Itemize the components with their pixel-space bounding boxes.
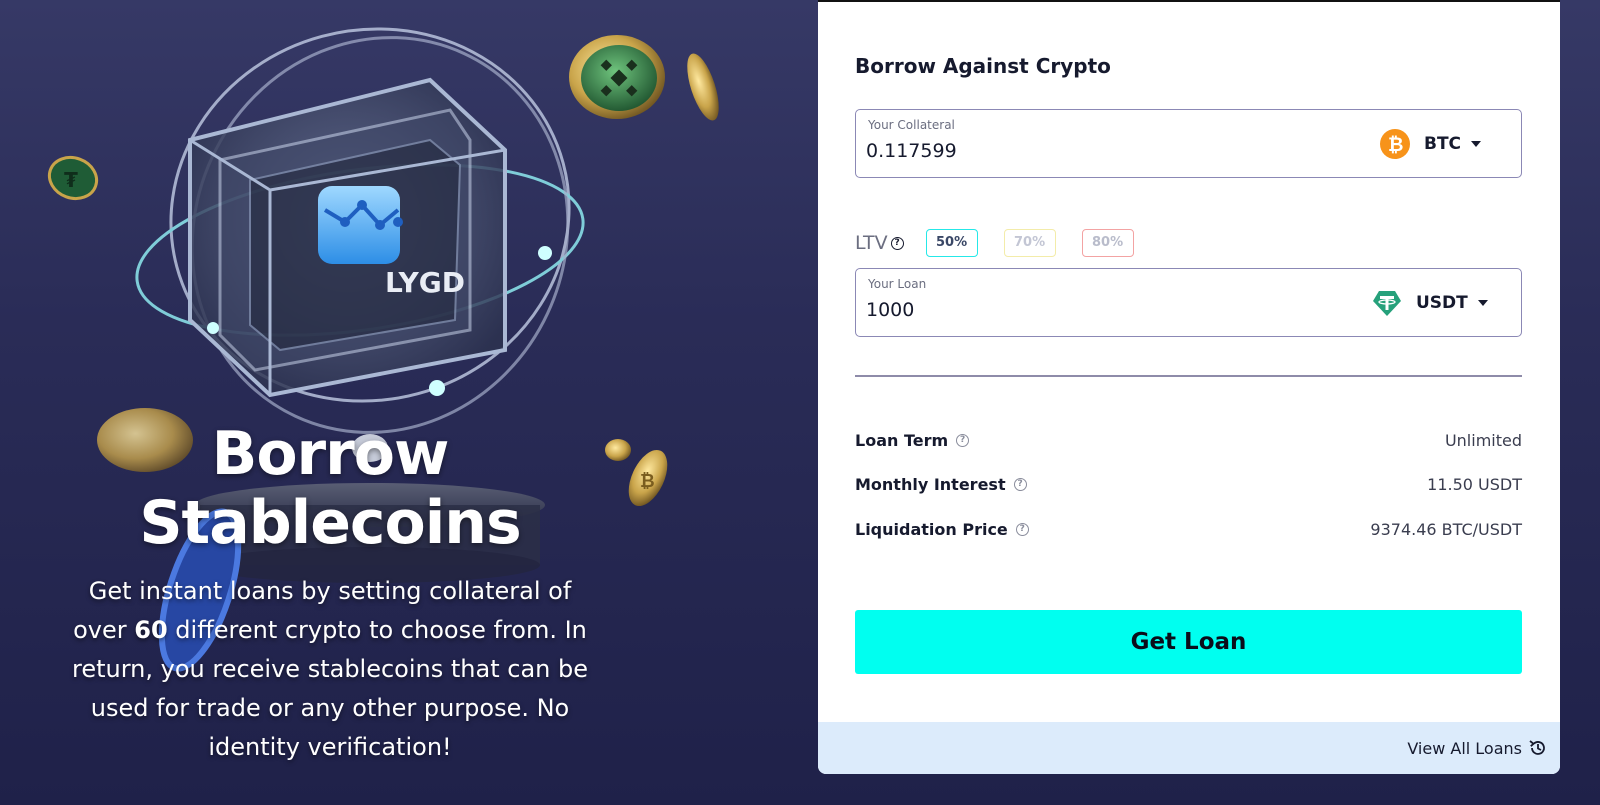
monthly-interest-label: Monthly Interest [855, 474, 1006, 494]
liquidation-price-label: Liquidation Price [855, 519, 1008, 539]
binance-coin-icon [569, 35, 665, 119]
question-circle-icon[interactable]: ? [1015, 522, 1029, 536]
coin-edge-icon [687, 53, 719, 121]
ltv-option-50[interactable]: 50% [925, 229, 978, 257]
ltv-option-70[interactable]: 70% [1003, 229, 1056, 257]
loan-label: Your Loan [868, 277, 927, 291]
loan-term-label: Loan Term [855, 430, 949, 450]
collateral-label: Your Collateral [868, 118, 955, 132]
loan-term-row: Loan Term? Unlimited [855, 428, 1522, 452]
history-icon [1529, 740, 1545, 755]
loan-coin-select[interactable]: USDT [1372, 287, 1488, 319]
loan-input[interactable] [866, 299, 1306, 321]
collateral-coin-label: BTC [1424, 134, 1462, 154]
hero-section: Borrow Stablecoins Get instant loans by … [30, 420, 630, 767]
view-all-loans-label: View All Loans [1407, 738, 1522, 758]
divider [855, 375, 1522, 377]
hero-description: Get instant loans by setting collateral … [60, 572, 600, 767]
svg-text:LYGD: LYGD [385, 266, 465, 299]
collateral-input[interactable] [866, 140, 1306, 162]
borrow-card: Borrow Against Crypto Your Collateral ₿ … [818, 0, 1560, 774]
svg-text:₮: ₮ [64, 168, 78, 192]
ltv-option-80[interactable]: 80% [1081, 229, 1134, 257]
liquidation-price-key: Liquidation Price? [855, 520, 1029, 539]
ltv-label: LTV [855, 232, 888, 254]
get-loan-button[interactable]: Get Loan [855, 610, 1522, 674]
hero-desc-highlight: 60 [134, 616, 168, 644]
loan-term-key: Loan Term? [855, 430, 970, 450]
hero-title: Borrow Stablecoins [139, 419, 521, 558]
bitcoin-icon: ₿ [1380, 129, 1410, 159]
loan-coin-label: USDT [1416, 293, 1468, 313]
question-circle-icon[interactable]: ? [890, 236, 904, 250]
loan-field[interactable]: Your Loan USDT [855, 268, 1522, 337]
loan-term-value: Unlimited [1444, 430, 1522, 450]
chevron-down-icon [1471, 141, 1482, 147]
ltv-selector: LTV ? 50% 70% 80% [855, 228, 1160, 258]
question-circle-icon[interactable]: ? [956, 433, 970, 447]
collateral-coin-select[interactable]: ₿ BTC [1380, 128, 1482, 160]
view-all-loans-link[interactable]: View All Loans [1407, 738, 1548, 758]
chevron-down-icon [1477, 300, 1488, 306]
svg-text:₿: ₿ [640, 471, 655, 492]
card-title: Borrow Against Crypto [855, 54, 1111, 78]
liquidation-price-row: Liquidation Price? 9374.46 BTC/USDT [855, 517, 1522, 541]
monthly-interest-value: 11.50 USDT [1427, 474, 1522, 494]
monthly-interest-key: Monthly Interest? [855, 475, 1027, 494]
card-footer: View All Loans [818, 722, 1560, 774]
question-circle-icon[interactable]: ? [1013, 477, 1027, 491]
collateral-field[interactable]: Your Collateral ₿ BTC [855, 109, 1522, 178]
tether-coin-icon: ₮ [47, 155, 99, 201]
tether-icon [1373, 291, 1401, 316]
monthly-interest-row: Monthly Interest? 11.50 USDT [855, 472, 1522, 496]
svg-text:₿: ₿ [1388, 134, 1403, 156]
liquidation-price-value: 9374.46 BTC/USDT [1370, 519, 1522, 539]
